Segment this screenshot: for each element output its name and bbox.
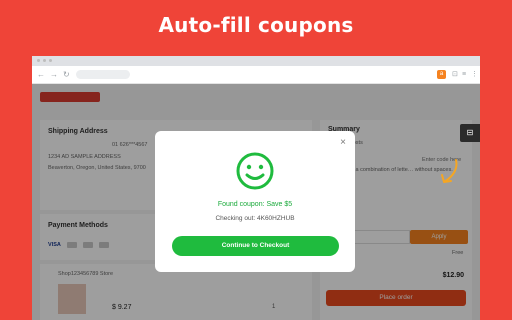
continue-to-checkout-button[interactable]: Continue to Checkout <box>172 236 339 256</box>
browser-toolbar: ← → ↻ a ⊡ ≡ ⋮ <box>32 66 480 84</box>
reader-icon[interactable]: ⊡ <box>452 70 458 79</box>
window-controls[interactable] <box>37 59 52 62</box>
coupon-modal: × Found coupon: Save $5 Checking out: 4K… <box>155 131 355 272</box>
address-bar[interactable] <box>76 70 130 79</box>
coupon-extension-tab[interactable]: ⊟ <box>460 124 480 142</box>
more-icon[interactable]: ⋮ <box>471 70 478 79</box>
tab-bar <box>32 56 480 66</box>
found-coupon-text: Found coupon: Save $5 <box>217 201 293 208</box>
coupon-icon: ⊟ <box>466 128 474 137</box>
back-icon[interactable]: ← <box>37 70 45 80</box>
hero-title: Auto-fill coupons <box>158 13 354 37</box>
extension-icon[interactable]: a <box>437 70 446 79</box>
close-icon[interactable]: × <box>340 138 346 148</box>
reload-icon[interactable]: ↻ <box>63 70 70 80</box>
smiley-icon <box>236 152 274 190</box>
arrow-icon <box>441 159 458 183</box>
menu-icon[interactable]: ≡ <box>462 70 466 79</box>
checking-out-text: Checking out: 4K60HZHUB <box>215 215 295 222</box>
forward-icon[interactable]: → <box>50 70 58 80</box>
